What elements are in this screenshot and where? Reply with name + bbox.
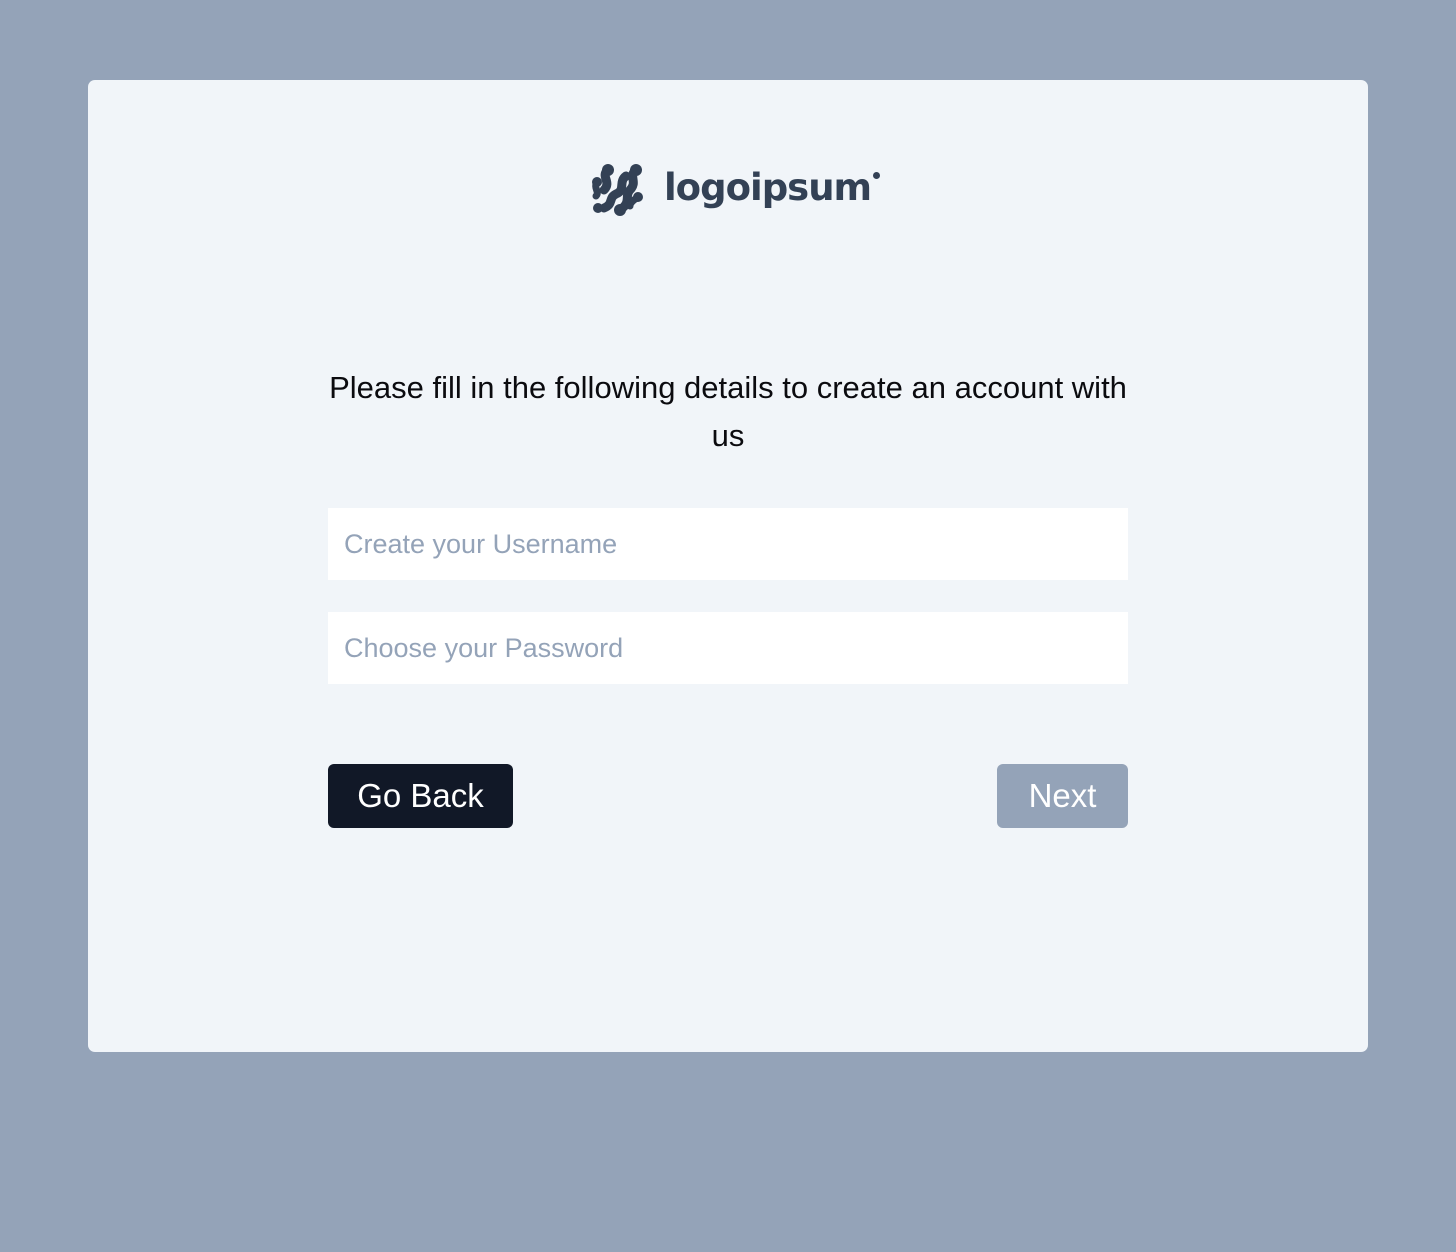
username-input[interactable]	[328, 508, 1128, 580]
brand-name-text: logoipsum	[664, 165, 872, 209]
go-back-button[interactable]: Go Back	[328, 764, 513, 828]
logoipsum-mark-icon	[592, 164, 643, 216]
signup-card: logoipsum Please fill in the following d…	[88, 80, 1368, 1052]
brand-dot-icon	[873, 171, 881, 179]
brand-logo: logoipsum	[590, 162, 881, 218]
form-instruction: Please fill in the following details to …	[329, 370, 1127, 453]
brand-name: logoipsum	[664, 165, 881, 212]
next-button[interactable]: Next	[997, 764, 1128, 828]
password-input[interactable]	[328, 612, 1128, 684]
